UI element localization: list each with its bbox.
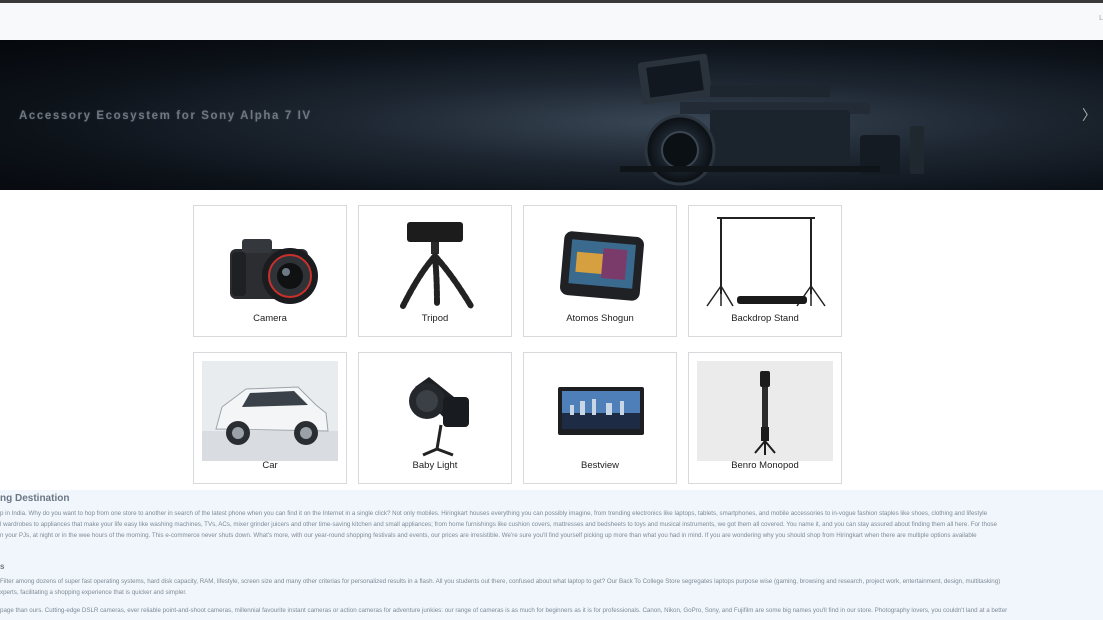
site-header: L: [0, 3, 1103, 40]
category-card-benro-monopod[interactable]: Benro Monopod: [688, 352, 842, 484]
category-label: Baby Light: [412, 460, 458, 471]
about-heading: ng Destination: [0, 493, 70, 504]
about-paragraph-line: xperts, facilitating a shopping experien…: [0, 589, 187, 596]
category-card-camera[interactable]: Camera: [193, 205, 347, 337]
about-paragraph-line: n your PJs, at night or in the wee hours…: [0, 532, 977, 539]
baby-light-image: [409, 377, 469, 457]
monitor-image: [560, 231, 644, 301]
tripod-image: [400, 222, 474, 309]
category-card-car[interactable]: Car: [193, 352, 347, 484]
hero-camera-rig-image: [620, 53, 924, 186]
category-label: Bestview: [580, 460, 619, 471]
header-login-link[interactable]: L: [1099, 15, 1103, 22]
camera-image: [230, 239, 318, 304]
category-card-baby-light[interactable]: Baby Light: [358, 352, 512, 484]
category-card-atomos-shogun[interactable]: Atomos Shogun: [523, 205, 677, 337]
about-paragraph-line: page than ours. Cutting-edge DSLR camera…: [0, 607, 1008, 614]
about-subheading: s: [0, 562, 5, 571]
category-label: Car: [262, 460, 278, 471]
backdrop-stand-image: [706, 217, 826, 307]
car-image: [202, 361, 338, 461]
category-label: Tripod: [421, 313, 449, 324]
about-paragraph-line: l wardrobes to appliances that make your…: [0, 521, 997, 528]
about-paragraph-line: Filter among dozens of super fast operat…: [0, 578, 1001, 585]
about-section: ng Destination p in India. Why do you wa…: [0, 490, 1103, 620]
category-label: Benro Monopod: [731, 460, 799, 471]
about-paragraph-line: p in India. Why do you want to hop from …: [0, 510, 988, 517]
category-card-bestview[interactable]: Bestview: [523, 352, 677, 484]
category-card-backdrop-stand[interactable]: Backdrop Stand: [688, 205, 842, 337]
monopod-image: [697, 361, 833, 461]
hero-banner[interactable]: Accessory Ecosystem for Sony Alpha 7 IV …: [0, 40, 1103, 190]
carousel-next-button[interactable]: 〉: [1082, 106, 1096, 124]
hero-title: Accessory Ecosystem for Sony Alpha 7 IV: [19, 110, 312, 122]
category-label: Atomos Shogun: [566, 313, 634, 324]
category-label: Backdrop Stand: [731, 313, 799, 324]
category-label: Camera: [253, 313, 287, 324]
category-grid: Camera Tripod Atomos Shogun Backdrop Sta…: [193, 205, 843, 485]
bestview-monitor-image: [558, 387, 644, 435]
category-card-tripod[interactable]: Tripod: [358, 205, 512, 337]
